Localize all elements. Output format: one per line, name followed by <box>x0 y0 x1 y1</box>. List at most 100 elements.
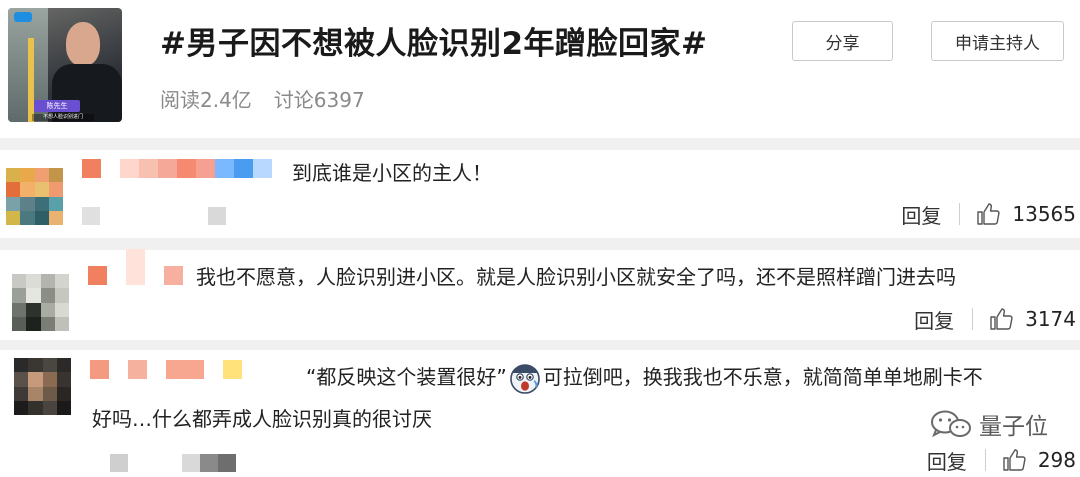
avatar-pixel <box>48 196 63 211</box>
nickname-pixel <box>88 266 107 285</box>
nickname-pixel <box>107 266 126 285</box>
like-count: 298 <box>1037 448 1076 472</box>
comment-meta-blurred <box>110 454 236 472</box>
meta-pixel <box>110 454 128 472</box>
username-blurred[interactable] <box>88 249 183 285</box>
shocked-emoji-icon <box>509 363 540 394</box>
avatar-pixel <box>26 288 41 303</box>
thumbnail-person-head <box>66 22 100 66</box>
avatar-pixel <box>56 400 71 415</box>
avatar-pixel <box>14 372 29 387</box>
meta-pixel <box>182 454 200 472</box>
nickname-pixel <box>109 360 128 379</box>
nickname-pixel <box>223 360 242 379</box>
nickname-pixel <box>120 159 139 178</box>
meta-pixel <box>100 207 118 225</box>
avatar-pixel <box>6 168 21 183</box>
nickname-pixel <box>185 360 204 379</box>
nickname-pixel <box>166 360 185 379</box>
meta-pixel <box>154 207 172 225</box>
avatar-pixel <box>20 196 35 211</box>
share-button[interactable]: 分享 <box>792 21 893 61</box>
avatar-pixel <box>6 196 21 211</box>
reply-button[interactable]: 回复 <box>914 305 954 334</box>
avatar-pixel <box>42 386 57 401</box>
avatar-pixel <box>34 210 49 225</box>
action-divider <box>984 449 986 471</box>
avatar-pixel <box>12 316 27 331</box>
discussion-count: 讨论6397 <box>273 88 365 112</box>
avatar-pixel <box>14 386 29 401</box>
thumbs-up-icon[interactable] <box>976 202 1000 226</box>
topic-thumbnail[interactable]: 陈先生 不想人脸识别进门 <box>8 8 122 122</box>
meta-pixel <box>218 454 236 472</box>
section-divider <box>0 138 1080 150</box>
comment-text: 我也不愿意，人脸识别进小区。就是人脸识别小区就安全了吗，还不是照样蹭门进去吗 <box>196 265 956 289</box>
nickname-pixel <box>253 159 272 178</box>
avatar-pixel <box>42 400 57 415</box>
like-count: 13565 <box>1012 202 1076 226</box>
reply-button[interactable]: 回复 <box>901 200 941 229</box>
avatar-pixel <box>54 302 69 317</box>
tv-logo-icon <box>14 12 32 22</box>
avatar-pixel <box>56 386 71 401</box>
avatar-pixel <box>28 400 43 415</box>
avatar-pixel <box>14 400 29 415</box>
avatar[interactable] <box>14 358 71 415</box>
avatar-pixel <box>48 168 63 183</box>
avatar-pixel <box>34 168 49 183</box>
username-blurred[interactable] <box>90 359 242 379</box>
comment-item: 我也不愿意，人脸识别进小区。就是人脸识别小区就安全了吗，还不是照样蹭门进去吗 回… <box>0 249 1080 340</box>
nickname-pixel <box>139 159 158 178</box>
thumbs-up-icon[interactable] <box>1002 448 1026 472</box>
avatar-pixel <box>28 372 43 387</box>
comment-text-line2: 好吗…什么都弄成人脸识别真的很讨厌 <box>92 407 432 431</box>
avatar-pixel <box>40 274 55 289</box>
topic-header: 陈先生 不想人脸识别进门 #男子因不想被人脸识别2年蹭脸回家# 阅读2.4亿 讨论… <box>0 0 1080 138</box>
avatar-pixel <box>40 302 55 317</box>
nickname-pixel <box>158 159 177 178</box>
nickname-pixel <box>147 360 166 379</box>
avatar-pixel <box>26 302 41 317</box>
avatar-pixel <box>42 372 57 387</box>
avatar-pixel <box>48 210 63 225</box>
meta-pixel <box>172 207 190 225</box>
meta-pixel <box>164 454 182 472</box>
nickname-pixel <box>126 249 145 285</box>
action-divider <box>972 308 974 330</box>
thumbnail-caption: 不想人脸识别进门 <box>32 114 94 121</box>
avatar-pixel <box>20 182 35 197</box>
avatar-pixel <box>12 302 27 317</box>
reply-button[interactable]: 回复 <box>927 446 967 475</box>
avatar-pixel <box>54 288 69 303</box>
thumbnail-name-tag: 陈先生 <box>34 100 80 112</box>
apply-host-button[interactable]: 申请主持人 <box>931 21 1064 61</box>
avatar[interactable] <box>6 168 63 225</box>
avatar-pixel <box>6 210 21 225</box>
thumbs-up-icon[interactable] <box>989 307 1013 331</box>
avatar-pixel <box>12 274 27 289</box>
comment-item: “都反映这个装置很好” 可拉倒吧，换我我也不乐意，就简简单单地刷卡不 好吗…什么都… <box>0 350 1080 477</box>
nickname-pixel <box>234 159 253 178</box>
comment-actions: 回复 298 <box>927 445 1076 475</box>
comment-text: 到底谁是小区的主人！ <box>292 161 492 185</box>
avatar-pixel <box>12 288 27 303</box>
nickname-pixel <box>204 360 223 379</box>
like-count: 3174 <box>1025 307 1076 331</box>
avatar[interactable] <box>12 274 69 331</box>
action-divider <box>959 203 961 225</box>
topic-title[interactable]: #男子因不想被人脸识别2年蹭脸回家# <box>160 18 708 63</box>
avatar-pixel <box>20 168 35 183</box>
meta-pixel <box>208 207 226 225</box>
meta-pixel <box>190 207 208 225</box>
avatar-pixel <box>34 182 49 197</box>
avatar-pixel <box>54 274 69 289</box>
avatar-pixel <box>34 196 49 211</box>
comment-actions: 回复 13565 <box>901 199 1076 229</box>
watermark: 量子位 <box>929 407 1048 441</box>
username-blurred[interactable] <box>82 158 272 178</box>
avatar-pixel <box>14 358 29 373</box>
meta-pixel <box>118 207 136 225</box>
comment-text: 可拉倒吧，换我我也不乐意，就简简单单地刷卡不 <box>542 365 983 389</box>
nickname-pixel <box>215 159 234 178</box>
